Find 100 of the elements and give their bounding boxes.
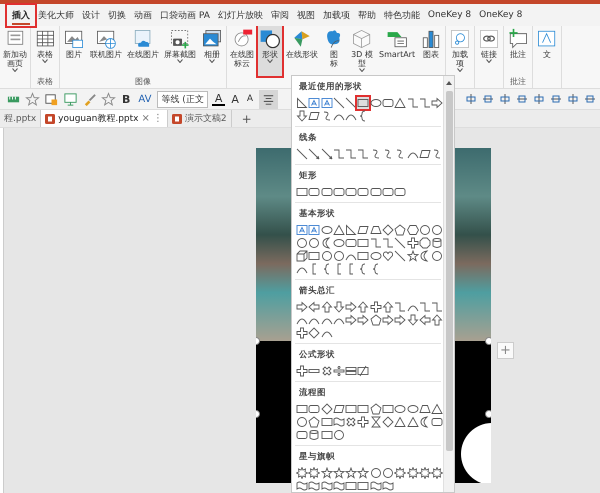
shape-icon[interactable] bbox=[345, 480, 358, 492]
shape-icon[interactable] bbox=[394, 237, 406, 249]
shape-icon[interactable] bbox=[406, 314, 419, 326]
shape-icon[interactable] bbox=[308, 250, 320, 262]
shape-icon[interactable] bbox=[320, 467, 333, 479]
ribbon-tab[interactable]: 幻灯片放映 bbox=[214, 6, 267, 24]
brush-icon[interactable] bbox=[82, 92, 97, 106]
ribbon-tab[interactable]: 动画 bbox=[130, 6, 156, 24]
align-icon[interactable] bbox=[533, 93, 545, 105]
shape-icon[interactable] bbox=[332, 403, 345, 415]
ribbon-button[interactable]: 图标 bbox=[322, 26, 346, 76]
shape-icon[interactable] bbox=[320, 480, 333, 492]
ribbon-tab[interactable]: 视图 bbox=[292, 6, 319, 24]
shape-icon[interactable] bbox=[296, 301, 308, 313]
shape-icon[interactable] bbox=[394, 314, 406, 326]
shape-icon[interactable] bbox=[394, 403, 406, 415]
grow-font-button[interactable]: A bbox=[229, 92, 241, 106]
shape-icon[interactable] bbox=[406, 467, 419, 479]
shape-icon[interactable] bbox=[431, 148, 443, 160]
align-icon[interactable] bbox=[567, 93, 579, 105]
align-icon[interactable] bbox=[499, 93, 511, 105]
shape-icon[interactable] bbox=[296, 250, 308, 262]
shape-icon[interactable] bbox=[332, 480, 345, 492]
ribbon-tab[interactable]: 美化大师 bbox=[34, 6, 78, 24]
ribbon-button[interactable]: SmartArt bbox=[378, 26, 416, 76]
scrollbar[interactable] bbox=[443, 76, 454, 492]
ribbon-button[interactable]: 形状 bbox=[258, 26, 282, 76]
shape-icon[interactable] bbox=[418, 250, 431, 262]
ribbon-button[interactable]: 联机图片 bbox=[89, 26, 123, 76]
shape-icon[interactable] bbox=[394, 467, 406, 479]
shape-icon[interactable] bbox=[332, 97, 345, 109]
shape-icon[interactable] bbox=[308, 480, 320, 492]
shape-icon[interactable] bbox=[418, 97, 431, 109]
shape-icon[interactable] bbox=[332, 224, 345, 236]
shape-icon[interactable] bbox=[308, 110, 320, 122]
shape-icon[interactable] bbox=[296, 186, 308, 198]
ribbon-button[interactable]: 相册 bbox=[200, 26, 224, 76]
shape-icon[interactable] bbox=[406, 224, 419, 236]
font-color-button[interactable]: A bbox=[212, 92, 226, 106]
shape-icon[interactable] bbox=[357, 467, 370, 479]
shape-icon[interactable] bbox=[320, 237, 333, 249]
shape-icon[interactable] bbox=[382, 467, 394, 479]
shape-icon[interactable] bbox=[308, 224, 320, 236]
shape-icon[interactable] bbox=[382, 186, 394, 198]
ribbon-button[interactable]: 新加动画页 bbox=[2, 26, 28, 76]
shape-icon[interactable] bbox=[382, 314, 394, 326]
shape-icon[interactable] bbox=[370, 237, 382, 249]
shape-icon[interactable] bbox=[308, 186, 320, 198]
resize-handle[interactable] bbox=[485, 337, 491, 345]
shape-icon[interactable] bbox=[308, 148, 320, 160]
document-tab[interactable]: youguan教程.pptx × ⋮ bbox=[41, 110, 168, 127]
shape-icon[interactable] bbox=[320, 403, 333, 415]
shape-icon[interactable] bbox=[418, 301, 431, 313]
shape-icon[interactable] bbox=[320, 429, 333, 441]
ribbon-tab[interactable]: OneKey 8 bbox=[424, 7, 476, 23]
shape-icon[interactable] bbox=[357, 148, 370, 160]
ribbon-button[interactable]: 在线图标云 bbox=[229, 26, 255, 76]
shape-icon[interactable] bbox=[308, 301, 320, 313]
shape-icon[interactable] bbox=[357, 416, 370, 428]
align-icon[interactable] bbox=[584, 93, 596, 105]
align-icon[interactable] bbox=[550, 93, 562, 105]
shape-icon[interactable] bbox=[308, 429, 320, 441]
ribbon-tab[interactable]: OneKey 8 bbox=[475, 7, 526, 23]
shape-icon[interactable] bbox=[296, 327, 308, 339]
shape-icon[interactable] bbox=[418, 148, 431, 160]
document-tab[interactable]: 演示文稿2 bbox=[168, 110, 232, 127]
shape-icon[interactable] bbox=[370, 403, 382, 415]
shape-icon[interactable] bbox=[370, 250, 382, 262]
shape-icon[interactable] bbox=[431, 97, 443, 109]
shape-icon[interactable] bbox=[296, 429, 308, 441]
shape-icon[interactable] bbox=[357, 97, 370, 109]
shape-icon[interactable] bbox=[382, 416, 394, 428]
shape-icon[interactable] bbox=[394, 250, 406, 262]
shape-icon[interactable] bbox=[308, 327, 320, 339]
shape-icon[interactable] bbox=[406, 250, 419, 262]
shape-icon[interactable] bbox=[357, 365, 370, 377]
shape-icon[interactable] bbox=[394, 301, 406, 313]
shape-icon[interactable] bbox=[431, 237, 443, 249]
shape-icon[interactable] bbox=[332, 186, 345, 198]
shape-icon[interactable] bbox=[308, 416, 320, 428]
shape-icon[interactable] bbox=[332, 237, 345, 249]
shape-icon[interactable] bbox=[296, 365, 308, 377]
ribbon-button[interactable]: 屏幕截图 bbox=[163, 26, 197, 76]
shape-icon[interactable] bbox=[296, 97, 308, 109]
ribbon-tab[interactable]: 帮助 bbox=[354, 6, 380, 24]
shape-icon[interactable] bbox=[296, 480, 308, 492]
shape-icon[interactable] bbox=[308, 467, 320, 479]
ribbon-button[interactable]: 在线图片 bbox=[126, 26, 160, 76]
monitor-icon[interactable] bbox=[63, 92, 78, 106]
shape-icon[interactable] bbox=[382, 97, 394, 109]
star-icon[interactable] bbox=[25, 92, 40, 106]
shape-icon[interactable] bbox=[418, 403, 431, 415]
shape-icon[interactable] bbox=[382, 403, 394, 415]
star-icon[interactable] bbox=[101, 92, 116, 106]
shape-icon[interactable] bbox=[296, 237, 308, 249]
shape-icon[interactable] bbox=[320, 301, 333, 313]
shrink-font-button[interactable]: A bbox=[244, 94, 256, 104]
shape-icon[interactable] bbox=[320, 250, 333, 262]
ribbon-button[interactable]: 表格 bbox=[33, 26, 57, 76]
shape-icon[interactable] bbox=[357, 314, 370, 326]
